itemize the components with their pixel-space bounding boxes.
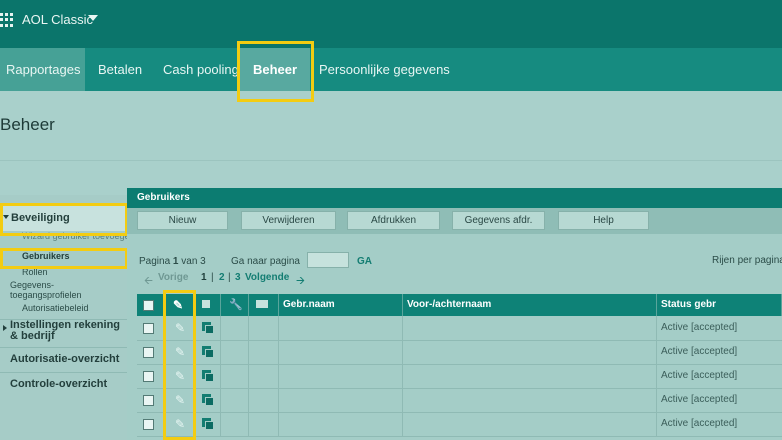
header-gebr-naam[interactable]: Gebr.naam: [279, 294, 403, 316]
panel-title: Gebruikers: [127, 188, 782, 208]
sidebar-section-instellingen[interactable]: Instellingen rekening & bedrijf: [0, 319, 127, 345]
wrench-icon: 🔧: [229, 299, 243, 311]
table-row[interactable]: ✎ Active [accepted]: [137, 340, 782, 365]
copy-icon[interactable]: [202, 370, 214, 382]
status-text: Active [accepted]: [661, 346, 738, 357]
highlight-box-gebruikers: [0, 248, 128, 269]
app-title[interactable]: AOL Classic: [22, 12, 93, 27]
sidebar-section-autorisatie-overzicht[interactable]: Autorisatie-overzicht: [0, 347, 127, 369]
header-key: 🔧: [221, 294, 249, 316]
nav-tab-rapportages[interactable]: Rapportages: [0, 48, 85, 91]
header-status[interactable]: Status gebr: [657, 294, 782, 316]
sidebar-item-autorisatiebeleid[interactable]: Autorisatiebeleid: [22, 303, 89, 313]
page-separator: |: [228, 272, 231, 283]
arrow-left-icon: 🡨: [144, 275, 153, 287]
divider: [0, 160, 782, 161]
goto-page-input[interactable]: [307, 252, 349, 268]
header-naam[interactable]: Voor-/achternaam: [403, 294, 657, 316]
row-checkbox[interactable]: [143, 371, 154, 382]
page-separator: |: [211, 272, 214, 283]
verwijderen-button[interactable]: Verwijderen: [241, 211, 336, 230]
table-row[interactable]: ✎ Active [accepted]: [137, 316, 782, 341]
goto-label: Ga naar pagina: [231, 256, 300, 267]
volgende-link[interactable]: Volgende: [245, 272, 289, 283]
top-bar: AOL Classic: [0, 0, 782, 48]
table-row[interactable]: ✎ Active [accepted]: [137, 388, 782, 413]
van-label: van 3: [181, 256, 206, 267]
table-row[interactable]: ✎ Active [accepted]: [137, 364, 782, 389]
rows-per-page-label: Rijen per pagina: [712, 255, 782, 266]
help-button[interactable]: Help: [558, 211, 649, 230]
chevron-right-icon: [3, 325, 7, 331]
copy-icon[interactable]: [202, 394, 214, 406]
row-checkbox[interactable]: [143, 395, 154, 406]
copy-icon[interactable]: [202, 346, 214, 358]
header-copy: [194, 294, 221, 316]
app-grid-icon[interactable]: [0, 13, 14, 27]
sidebar-item-gegevens[interactable]: Gegevens-: [10, 280, 54, 290]
arrow-right-icon: 🡪: [296, 275, 305, 287]
copy-icon[interactable]: [202, 322, 214, 334]
status-text: Active [accepted]: [661, 322, 738, 333]
highlight-box-beheer-tab: [237, 41, 314, 102]
row-checkbox[interactable]: [143, 419, 154, 430]
page-link-3[interactable]: 3: [235, 272, 241, 283]
vorige-link[interactable]: Vorige: [158, 272, 188, 283]
go-button[interactable]: GA: [357, 256, 372, 267]
highlight-box-beveiliging: [0, 203, 128, 236]
header-user-link: [249, 294, 279, 316]
copy-icon[interactable]: [202, 418, 214, 430]
nav-tab-cash-pooling[interactable]: Cash pooling: [163, 48, 239, 91]
gegevens-afdrukken-button[interactable]: Gegevens afdr.: [452, 211, 545, 230]
user-link-icon: [256, 300, 268, 308]
nav-tab-persoonlijke-gegevens[interactable]: Persoonlijke gegevens: [319, 48, 450, 91]
current-page: 1: [172, 256, 179, 267]
row-checkbox[interactable]: [143, 323, 154, 334]
header-select-all[interactable]: [137, 294, 164, 316]
pagina-label: Pagina: [139, 256, 171, 267]
toolbar: Nieuw Verwijderen Afdrukken Gegevens afd…: [127, 208, 782, 234]
afdrukken-button[interactable]: Afdrukken: [347, 211, 440, 230]
nieuw-button[interactable]: Nieuw: [137, 211, 228, 230]
sidebar-item-toegangsprofielen[interactable]: toegangsprofielen: [10, 290, 82, 300]
main-nav: Rapportages Betalen Cash pooling Beheer …: [0, 48, 782, 91]
sidebar-section-controle-overzicht[interactable]: Controle-overzicht: [0, 372, 127, 394]
select-all-checkbox[interactable]: [143, 300, 154, 311]
status-text: Active [accepted]: [661, 370, 738, 381]
status-text: Active [accepted]: [661, 394, 738, 405]
page-link-1[interactable]: 1: [201, 272, 207, 283]
table-row[interactable]: ✎ Active [accepted]: [137, 412, 782, 437]
highlight-box-edit-column: [163, 290, 196, 440]
page-link-2[interactable]: 2: [219, 272, 225, 283]
row-checkbox[interactable]: [143, 347, 154, 358]
chevron-down-icon[interactable]: [88, 15, 98, 21]
users-panel: Gebruikers Nieuw Verwijderen Afdrukken G…: [127, 188, 782, 440]
pagination-info: Pagina 1 van 3: [139, 256, 206, 267]
copy-icon: [202, 300, 210, 308]
nav-tab-betalen[interactable]: Betalen: [98, 48, 142, 91]
page-title: Beheer: [0, 115, 55, 134]
status-text: Active [accepted]: [661, 418, 738, 429]
